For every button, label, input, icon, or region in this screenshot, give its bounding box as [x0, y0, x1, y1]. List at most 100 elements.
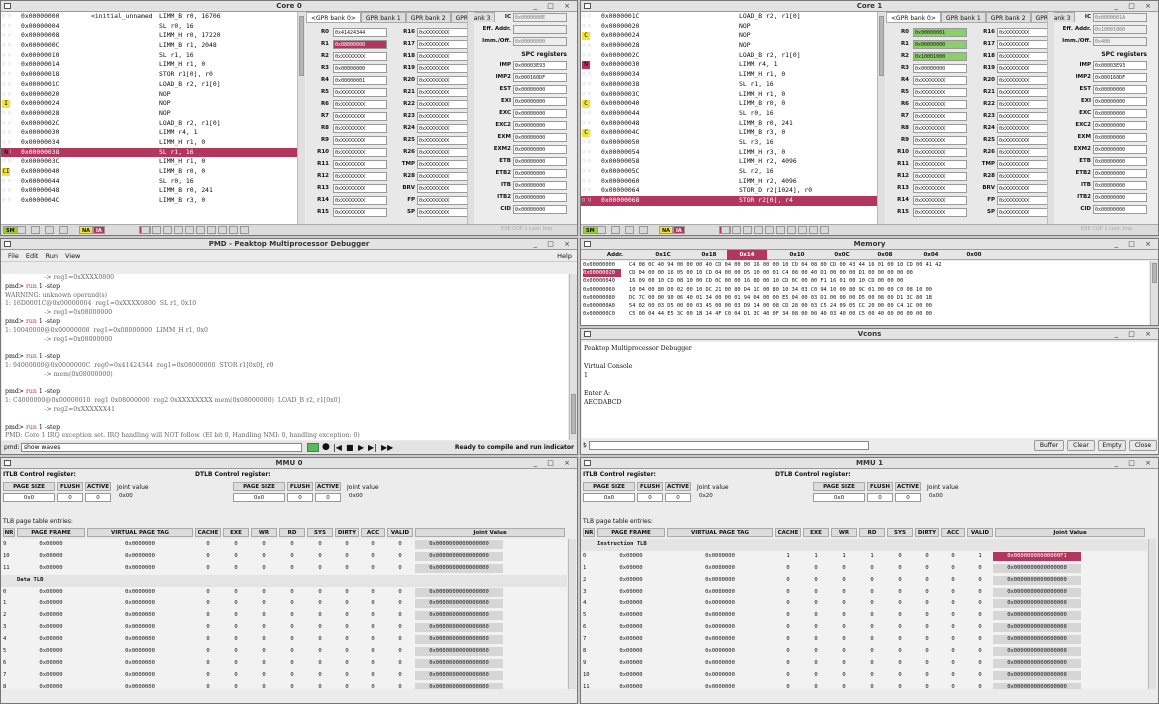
spc-register-value[interactable]: 0x00000000 — [513, 85, 567, 94]
breakpoint-gutter[interactable]: ○ ○ — [582, 12, 600, 22]
register-value[interactable]: 0xXXXXXXXX — [417, 52, 471, 61]
stop-icon[interactable]: ■ — [346, 441, 354, 454]
code-row[interactable]: ○ ○ 0x0000003C LIMM_H r1, 0 — [1, 157, 297, 167]
register-value[interactable]: 0xXXXXXXXX — [333, 148, 387, 157]
register-value[interactable]: 0xXXXXXXXX — [997, 64, 1051, 73]
tlb-row[interactable]: 4 0x00000 0x0000000 0 0 0 0 0 0 0 0 0x0000000000000… — [1, 634, 567, 646]
tlb-row[interactable]: 3 0x00000 0x0000000 0 0 0 0 0 0 0 0 0x0000000000000… — [1, 622, 567, 634]
tlb-row[interactable]: 8 0x00000 0x0000000 0 0 0 0 0 0 0 0 0x0000000000000… — [1, 682, 567, 689]
breakpoint-gutter[interactable]: ○ ○ — [582, 22, 600, 32]
register-value[interactable]: 0xXXXXXXXX — [417, 136, 471, 145]
spc-register-value[interactable]: 0x00003E93 — [1093, 61, 1147, 70]
register-scrollbar[interactable] — [1047, 12, 1054, 225]
register-value[interactable]: 0xXXXXXXXX — [417, 40, 471, 49]
tlb-ctrl-value[interactable]: 0 — [637, 493, 663, 502]
tlb-row[interactable]: 1 0x00000 0x0000000 0 0 0 0 0 0 0 0 0x0000000000000… — [1, 598, 567, 610]
register-value[interactable]: 0xXXXXXXXX — [913, 148, 967, 157]
tlb-row[interactable]: 2 0x00000 0x0000000 0 0 0 0 0 0 0 0 0x0000000000000… — [1, 610, 567, 622]
code-row[interactable]: ○ ○ 0x00000044 SL r0, 16 — [1, 177, 297, 187]
spc-register-value[interactable]: 0x00003E93 — [513, 61, 567, 70]
tlb-ctrl-value[interactable]: 0 — [287, 493, 313, 502]
memory-row[interactable]: 0x00000060 10 04 00 80 D0 02 00 10 DC 21 … — [581, 286, 1149, 294]
spc-register-value[interactable]: 0x00000000 — [513, 193, 567, 202]
close-button[interactable]: Close — [1129, 440, 1157, 451]
code-row[interactable]: ○ ○ 0x00000048 LIMM_B r0, 241 — [1, 186, 297, 196]
tab-gpr-bank-1[interactable]: GPR bank 1 — [940, 12, 986, 22]
code-row[interactable]: ○ ○ 0x00000038 SL r1, 16 — [581, 80, 877, 90]
register-value[interactable]: 0xXXXXXXXX — [997, 136, 1051, 145]
code-row[interactable]: ○ ○ 0x00000020 NOP — [1, 90, 297, 100]
memory-bytes[interactable]: C4 08 0C 40 94 00 00 00 40 CD 04 00 00 1… — [629, 261, 942, 269]
breakpoint-gutter[interactable]: ○ ○ — [2, 177, 20, 187]
register-value[interactable]: 0xXXXXXXXX — [333, 88, 387, 97]
breakpoint-gutter[interactable]: ○ ○ — [582, 80, 600, 90]
breakpoint-gutter[interactable]: ○ ○ — [582, 51, 600, 61]
register-value[interactable]: 0xXXXXXXXX — [417, 208, 471, 217]
breakpoint-gutter[interactable]: ○ ○ — [582, 119, 600, 129]
window-controls[interactable]: _ □ × — [1115, 1, 1155, 12]
register-value[interactable]: 0xXXXXXXXX — [913, 112, 967, 121]
empty-button[interactable]: Empty — [1098, 440, 1126, 451]
register-value[interactable]: 0xXXXXXXXX — [997, 196, 1051, 205]
tlb-row[interactable]: 4 0x00000 0x0000000 0 0 0 0 0 0 0 0 0x0000000000000… — [581, 598, 1147, 610]
debugger-console[interactable]: -> reg1=0xXXXX0800 pmd> run 1 -step WARNIN… — [2, 274, 568, 454]
code-row[interactable]: ○ ○ 0x0000004C LIMM_B r3, 0 — [1, 196, 297, 206]
tlb-ctrl-value[interactable]: 0 — [315, 493, 341, 502]
memory-bytes[interactable]: C5 00 04 44 E5 3C 00 1B 14 4F C0 04 D1 3… — [629, 310, 932, 318]
tlb-ctrl-value[interactable]: 0x0 — [813, 493, 865, 502]
breakpoint-gutter[interactable]: ○ ○ — [2, 128, 20, 138]
breakpoint-gutter[interactable]: ○ ○ — [582, 70, 600, 80]
breakpoint-gutter[interactable]: ○ ○ — [2, 80, 20, 90]
tlb-row[interactable]: 0 0x00000 0x0000000 1 1 1 1 0 0 0 1 0x0000000000000… — [581, 551, 1147, 563]
breakpoint-gutter[interactable]: ○ ○ — [2, 70, 20, 80]
register-value[interactable]: 0xXXXXXXXX — [913, 136, 967, 145]
register-value[interactable]: 0xXXXXXXXX — [417, 196, 471, 205]
register-value[interactable]: 0xXXXXXXXX — [333, 100, 387, 109]
command-input[interactable] — [21, 443, 302, 452]
breakpoint-gutter[interactable]: ○ ○ — [582, 138, 600, 148]
register-value[interactable]: 0xXXXXXXXX — [333, 112, 387, 121]
core1-code-scrollbar[interactable] — [877, 12, 885, 225]
tlb-ctrl-value[interactable]: 0 — [57, 493, 83, 502]
code-row[interactable]: ○ ○ 0x00000058 LIMM_H r2, 4096 — [581, 157, 877, 167]
breakpoint-gutter[interactable]: ○ ○ — [2, 90, 20, 100]
step-back-icon[interactable]: |◀ — [333, 441, 342, 454]
memory-row[interactable]: 0x00000040 16 09 00 10 CD 08 10 00 CD 0C … — [581, 277, 1149, 285]
memory-row[interactable]: 0x00000080 DC 7C 00 00 90 06 40 01 34 00 … — [581, 294, 1149, 302]
tlb-row[interactable]: 5 0x00000 0x0000000 0 0 0 0 0 0 0 0 0x0000000000000… — [581, 610, 1147, 622]
memory-bytes[interactable]: DC 7C 00 00 90 06 40 01 34 00 00 01 94 0… — [629, 294, 932, 302]
tab-gpr-bank-2[interactable]: GPR bank 2 — [405, 12, 451, 22]
spc-register-value[interactable]: 0x00000000 — [1093, 205, 1147, 214]
step-icon[interactable]: ▶| — [368, 441, 377, 454]
breakpoint-gutter[interactable]: ○ ○ — [2, 196, 20, 206]
code-row[interactable]: ○ ○ 0x00000064 STOR_D r2[1024], r0 — [581, 186, 877, 196]
spc-register-value[interactable]: 0x00000000 — [513, 109, 567, 118]
run-button[interactable] — [307, 443, 319, 452]
code-row[interactable]: ○ ○ 0x0000005C SL r2, 16 — [581, 167, 877, 177]
tlb-ctrl-value[interactable]: 0 — [665, 493, 691, 502]
tlb-ctrl-value[interactable]: 0x0 — [233, 493, 285, 502]
register-value[interactable]: 0xXXXXXXXX — [333, 136, 387, 145]
register-value[interactable]: 0xXXXXXXXX — [333, 184, 387, 193]
fast-forward-icon[interactable]: ▶▶ — [381, 441, 393, 454]
code-row[interactable]: ○ ○ 0x00000010 SL r1, 16 — [1, 51, 297, 61]
core1-disassembly[interactable]: ○ ○ 0x0000001C LOAD_B r2, r1[0] ○ ○ 0x000000… — [581, 12, 877, 225]
register-value[interactable]: 0xXXXXXXXX — [997, 88, 1051, 97]
tlb-row[interactable]: 7 0x00000 0x0000000 0 0 0 0 0 0 0 0 0x0000000000000… — [581, 634, 1147, 646]
code-row[interactable]: ○ ○ 0x00000048 LIMM_B r0, 241 — [581, 119, 877, 129]
breakpoint-gutter[interactable]: ○ ○ — [2, 41, 20, 51]
register-value[interactable]: 0x08000000 — [333, 40, 387, 49]
tlb-ctrl-value[interactable]: 0 — [867, 493, 893, 502]
breakpoint-gutter[interactable]: ○ ○ — [582, 177, 600, 187]
breakpoint-gutter[interactable]: ○ ○ — [2, 119, 20, 129]
register-value[interactable]: 0xXXXXXXXX — [417, 76, 471, 85]
tlb-row[interactable]: 6 0x00000 0x0000000 0 0 0 0 0 0 0 0 0x0000000000000… — [1, 658, 567, 670]
clear-button[interactable]: Clear — [1067, 440, 1095, 451]
register-value[interactable]: 0x41424344 — [333, 28, 387, 37]
spc-register-value[interactable]: 0x00000000 — [1093, 145, 1147, 154]
menu-edit[interactable]: Edit — [26, 252, 39, 260]
code-row[interactable]: ○ ○ 0x0000001C LOAD_B r2, r1[0] — [581, 12, 877, 22]
window-controls[interactable]: _ □ × — [534, 239, 574, 250]
breakpoint-gutter[interactable]: ○ ○ — [582, 90, 600, 100]
breakpoint-gutter[interactable]: ○ ○ — [2, 186, 20, 196]
